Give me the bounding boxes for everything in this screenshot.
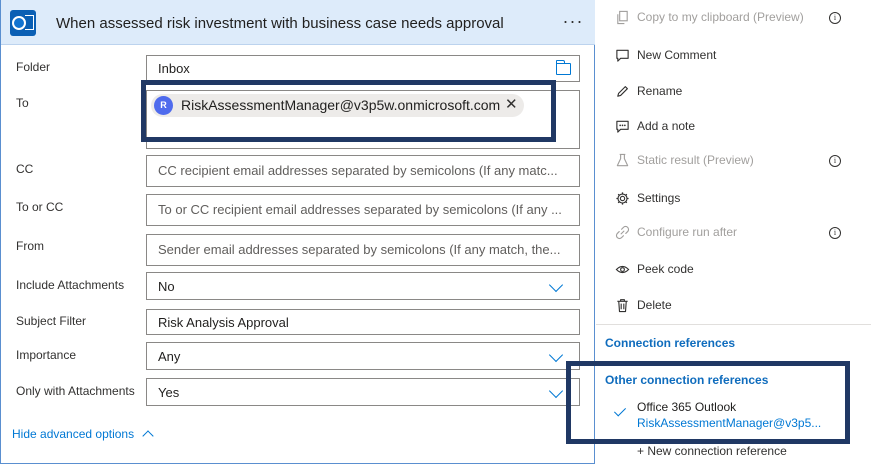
menu-label-static-result: Static result (Preview) — [637, 153, 754, 167]
menu-label-settings: Settings — [637, 191, 681, 205]
include-attachments-select[interactable]: No — [146, 272, 580, 300]
menu-item-add-note[interactable]: Add a note — [596, 112, 871, 142]
other-connection-references-heading: Other connection references — [605, 373, 769, 387]
folder-value: Inbox — [158, 61, 190, 76]
from-input[interactable]: Sender email addresses separated by semi… — [146, 234, 580, 266]
more-options-button[interactable]: ··· — [558, 10, 588, 34]
note-icon — [616, 120, 629, 133]
recipient-email: RiskAssessmentManager@v3p5w.onmicrosoft.… — [181, 97, 501, 113]
trigger-card: When assessed risk investment with busin… — [0, 0, 595, 464]
only-with-attachments-value: Yes — [158, 385, 180, 400]
chevron-down-icon — [548, 383, 564, 399]
menu-label-configure-run-after: Configure run after — [637, 225, 738, 239]
connection-references-heading[interactable]: Connection references — [605, 336, 735, 350]
new-connection-reference-button[interactable]: + New connection reference — [637, 444, 787, 458]
info-icon[interactable]: i — [829, 12, 841, 24]
importance-value: Any — [158, 349, 181, 364]
hide-advanced-options-link[interactable]: Hide advanced options — [12, 427, 134, 441]
include-attachments-value: No — [158, 279, 175, 294]
menu-label-copy: Copy to my clipboard (Preview) — [637, 10, 804, 24]
from-label: From — [16, 239, 44, 253]
only-with-attachments-select[interactable]: Yes — [146, 378, 580, 406]
menu-item-new-comment[interactable]: New Comment — [596, 41, 871, 71]
menu-item-delete[interactable]: Delete — [596, 291, 871, 321]
card-title: When assessed risk investment with busin… — [56, 15, 504, 32]
avatar: R — [154, 96, 173, 115]
connection-name[interactable]: Office 365 Outlook — [637, 400, 736, 414]
importance-select[interactable]: Any — [146, 342, 580, 370]
folder-label: Folder — [16, 60, 51, 74]
include-attachments-label: Include Attachments — [16, 278, 125, 292]
outlook-logo-icon — [10, 10, 36, 36]
menu-item-copy-clipboard[interactable]: Copy to my clipboard (Preview) i — [596, 3, 871, 33]
folder-picker-icon[interactable] — [555, 60, 571, 75]
menu-item-configure-run-after[interactable]: Configure run after i — [596, 218, 871, 248]
to-or-cc-input[interactable]: To or CC recipient email addresses separ… — [146, 194, 580, 226]
comment-icon — [616, 49, 629, 62]
menu-label-add-note: Add a note — [637, 119, 696, 133]
menu-item-static-result[interactable]: Static result (Preview) i — [596, 146, 871, 176]
remove-recipient-icon[interactable]: ✕ — [505, 95, 518, 113]
card-header[interactable]: When assessed risk investment with busin… — [1, 0, 595, 45]
menu-divider — [596, 324, 871, 325]
trash-icon — [617, 299, 628, 313]
menu-item-rename[interactable]: Rename — [596, 77, 871, 107]
link-icon — [615, 225, 630, 240]
gear-icon — [616, 192, 629, 205]
checkmark-icon — [613, 404, 627, 417]
flask-icon — [616, 153, 629, 167]
importance-label: Importance — [16, 348, 77, 362]
menu-label-delete: Delete — [637, 298, 672, 312]
eye-icon — [615, 265, 630, 274]
menu-label-rename: Rename — [637, 84, 683, 98]
subject-filter-input[interactable]: Risk Analysis Approval — [146, 309, 580, 335]
info-icon[interactable]: i — [829, 227, 841, 239]
menu-label-peek-code: Peek code — [637, 262, 694, 276]
cc-input[interactable]: CC recipient email addresses separated b… — [146, 155, 580, 187]
chevron-down-icon — [548, 277, 564, 293]
chevron-down-icon — [548, 347, 564, 363]
app-root: When assessed risk investment with busin… — [0, 0, 871, 464]
cc-label: CC — [16, 162, 34, 176]
to-label: To — [16, 96, 29, 110]
info-icon[interactable]: i — [829, 155, 841, 167]
to-or-cc-label: To or CC — [16, 200, 64, 214]
copy-icon — [617, 10, 628, 25]
only-with-attachments-label: Only with Attachments — [16, 384, 135, 398]
folder-input[interactable]: Inbox — [146, 55, 580, 82]
chevron-up-icon[interactable] — [142, 430, 154, 442]
menu-item-peek-code[interactable]: Peek code — [596, 255, 871, 285]
subject-filter-label: Subject Filter — [16, 314, 87, 328]
action-menu-panel: Copy to my clipboard (Preview) i New Com… — [596, 0, 871, 464]
to-input[interactable]: R RiskAssessmentManager@v3p5w.onmicrosof… — [146, 90, 580, 149]
pencil-icon — [617, 86, 628, 97]
menu-label-new-comment: New Comment — [637, 48, 717, 62]
menu-item-settings[interactable]: Settings — [596, 184, 871, 214]
connection-account[interactable]: RiskAssessmentManager@v3p5... — [637, 416, 821, 430]
recipient-token[interactable]: R RiskAssessmentManager@v3p5w.onmicrosof… — [151, 94, 524, 117]
